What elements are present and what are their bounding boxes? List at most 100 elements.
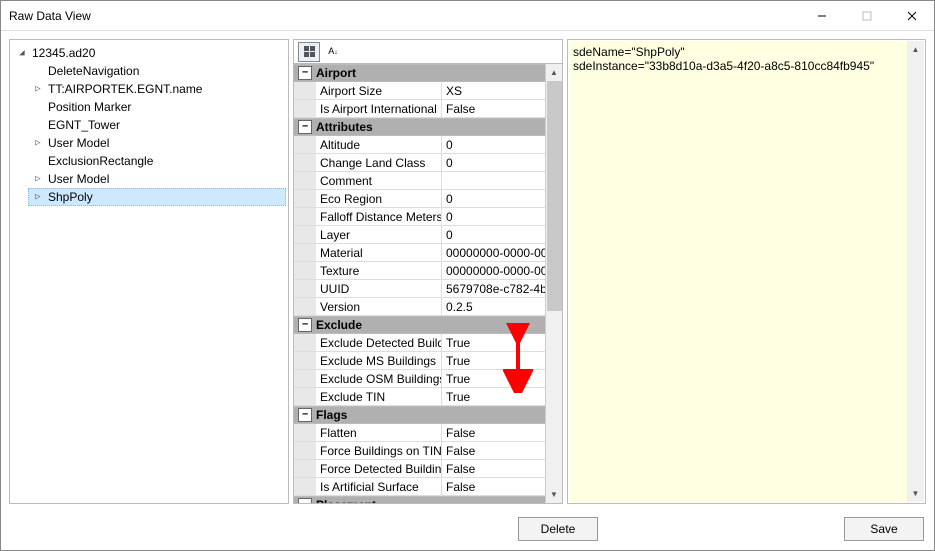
property-gutter [294, 82, 316, 99]
expand-icon[interactable]: ▷ [32, 137, 44, 149]
property-category-header[interactable]: −Placement [294, 496, 545, 503]
property-grid[interactable]: −AirportAirport SizeXSIs Airport Interna… [294, 64, 545, 503]
property-value[interactable]: False [442, 478, 545, 495]
tree-item[interactable]: ▷ ShpPoly [28, 188, 286, 206]
property-name: Flatten [316, 424, 442, 441]
property-value[interactable]: True [442, 388, 545, 405]
category-collapse-icon[interactable]: − [298, 408, 312, 422]
property-row[interactable]: Is Airport InternationalFalse [294, 100, 545, 118]
scroll-up-icon[interactable]: ▲ [546, 64, 562, 81]
property-value[interactable]: True [442, 352, 545, 369]
property-name: Falloff Distance Meters [316, 208, 442, 225]
property-scrollbar[interactable]: ▲ ▼ [545, 64, 562, 503]
expand-icon[interactable]: ▷ [32, 83, 44, 95]
delete-button[interactable]: Delete [518, 517, 598, 541]
category-collapse-icon[interactable]: − [298, 66, 312, 80]
minimize-button[interactable] [799, 1, 844, 31]
property-value[interactable]: False [442, 460, 545, 477]
property-row[interactable]: Exclude TINTrue [294, 388, 545, 406]
property-name: Force Detected Building [316, 460, 442, 477]
category-collapse-icon[interactable]: − [298, 318, 312, 332]
property-row[interactable]: Comment [294, 172, 545, 190]
property-category-header[interactable]: −Airport [294, 64, 545, 82]
details-scrollbar[interactable]: ▲ ▼ [907, 41, 924, 502]
property-value[interactable]: 00000000-0000-000... [442, 244, 545, 261]
alphabetical-button[interactable]: A↓ [322, 42, 344, 62]
property-gutter [294, 460, 316, 477]
property-row[interactable]: Version0.2.5 [294, 298, 545, 316]
property-row[interactable]: Exclude OSM BuildingsTrue [294, 370, 545, 388]
property-gutter [294, 478, 316, 495]
property-category-header[interactable]: −Flags [294, 406, 545, 424]
details-text[interactable]: sdeName="ShpPoly" sdeInstance="33b8d10a-… [569, 41, 907, 502]
scroll-up-icon[interactable]: ▲ [907, 41, 924, 58]
property-value[interactable] [442, 172, 545, 189]
category-collapse-icon[interactable]: − [298, 120, 312, 134]
tree-panel[interactable]: ◢ 12345.ad20 DeleteNavigation ▷ TT:AIRPORT… [9, 39, 289, 504]
raw-data-view-window: Raw Data View ◢ 12345.ad20 DeleteNavigat… [0, 0, 935, 551]
tree-item-label: User Model [48, 136, 109, 150]
tree-item[interactable]: ▷User Model [28, 170, 286, 188]
property-row[interactable]: Eco Region0 [294, 190, 545, 208]
property-value[interactable]: True [442, 370, 545, 387]
property-row[interactable]: Falloff Distance Meters0 [294, 208, 545, 226]
collapse-icon[interactable]: ◢ [16, 47, 28, 59]
tree-item[interactable]: ▷ User Model [28, 134, 286, 152]
property-value[interactable]: 5679708e-c782-4b8... [442, 280, 545, 297]
property-value[interactable]: 0 [442, 226, 545, 243]
property-value[interactable]: 0 [442, 208, 545, 225]
property-value[interactable]: True [442, 334, 545, 351]
property-value[interactable]: False [442, 100, 545, 117]
window-title: Raw Data View [9, 9, 799, 23]
tree-item[interactable]: ▷ TT:AIRPORTEK.EGNT.name [28, 80, 286, 98]
categorized-button[interactable] [298, 42, 320, 62]
tree-item-label: ShpPoly [48, 190, 93, 204]
close-button[interactable] [889, 1, 934, 31]
tree-item[interactable]: DeleteNavigation [28, 62, 286, 80]
property-value[interactable]: False [442, 442, 545, 459]
scroll-down-icon[interactable]: ▼ [546, 486, 562, 503]
property-row[interactable]: Force Detected BuildingFalse [294, 460, 545, 478]
property-value[interactable]: 00000000-0000-000... [442, 262, 545, 279]
property-gutter [294, 244, 316, 261]
category-collapse-icon[interactable]: − [298, 498, 312, 503]
tree-item[interactable]: Position Marker [28, 98, 286, 116]
property-row[interactable]: Airport SizeXS [294, 82, 545, 100]
tree-item[interactable]: ExclusionRectangle [28, 152, 286, 170]
titlebar: Raw Data View [1, 1, 934, 31]
property-row[interactable]: UUID5679708e-c782-4b8... [294, 280, 545, 298]
property-row[interactable]: Force Buildings on TINFalse [294, 442, 545, 460]
property-name: Exclude Detected Buildi... [316, 334, 442, 351]
property-row[interactable]: Change Land Class0 [294, 154, 545, 172]
property-value[interactable]: XS [442, 82, 545, 99]
categorized-icon [304, 46, 315, 57]
scroll-down-icon[interactable]: ▼ [907, 485, 924, 502]
property-row[interactable]: Exclude MS BuildingsTrue [294, 352, 545, 370]
tree-root[interactable]: ◢ 12345.ad20 [12, 44, 286, 62]
property-grid-panel: A↓ −AirportAirport SizeXSIs Airport Inte… [293, 39, 563, 504]
property-name: Eco Region [316, 190, 442, 207]
expand-icon[interactable]: ▷ [32, 173, 44, 185]
property-value[interactable]: 0 [442, 154, 545, 171]
property-row[interactable]: Texture00000000-0000-000... [294, 262, 545, 280]
expand-icon[interactable]: ▷ [32, 191, 44, 203]
property-value[interactable]: False [442, 424, 545, 441]
property-category-header[interactable]: −Exclude [294, 316, 545, 334]
tree-item[interactable]: EGNT_Tower [28, 116, 286, 134]
scroll-thumb[interactable] [547, 81, 562, 311]
property-category-header[interactable]: −Attributes [294, 118, 545, 136]
property-row[interactable]: FlattenFalse [294, 424, 545, 442]
property-row[interactable]: Altitude0 [294, 136, 545, 154]
property-row[interactable]: Layer0 [294, 226, 545, 244]
property-row[interactable]: Material00000000-0000-000... [294, 244, 545, 262]
property-value[interactable]: 0 [442, 190, 545, 207]
property-value[interactable]: 0.2.5 [442, 298, 545, 315]
property-row[interactable]: Is Artificial SurfaceFalse [294, 478, 545, 496]
property-row[interactable]: Exclude Detected Buildi...True [294, 334, 545, 352]
save-button[interactable]: Save [844, 517, 924, 541]
tree-item-label: TT:AIRPORTEK.EGNT.name [48, 82, 202, 96]
property-gutter [294, 226, 316, 243]
property-gutter [294, 370, 316, 387]
property-value[interactable]: 0 [442, 136, 545, 153]
property-gutter [294, 100, 316, 117]
